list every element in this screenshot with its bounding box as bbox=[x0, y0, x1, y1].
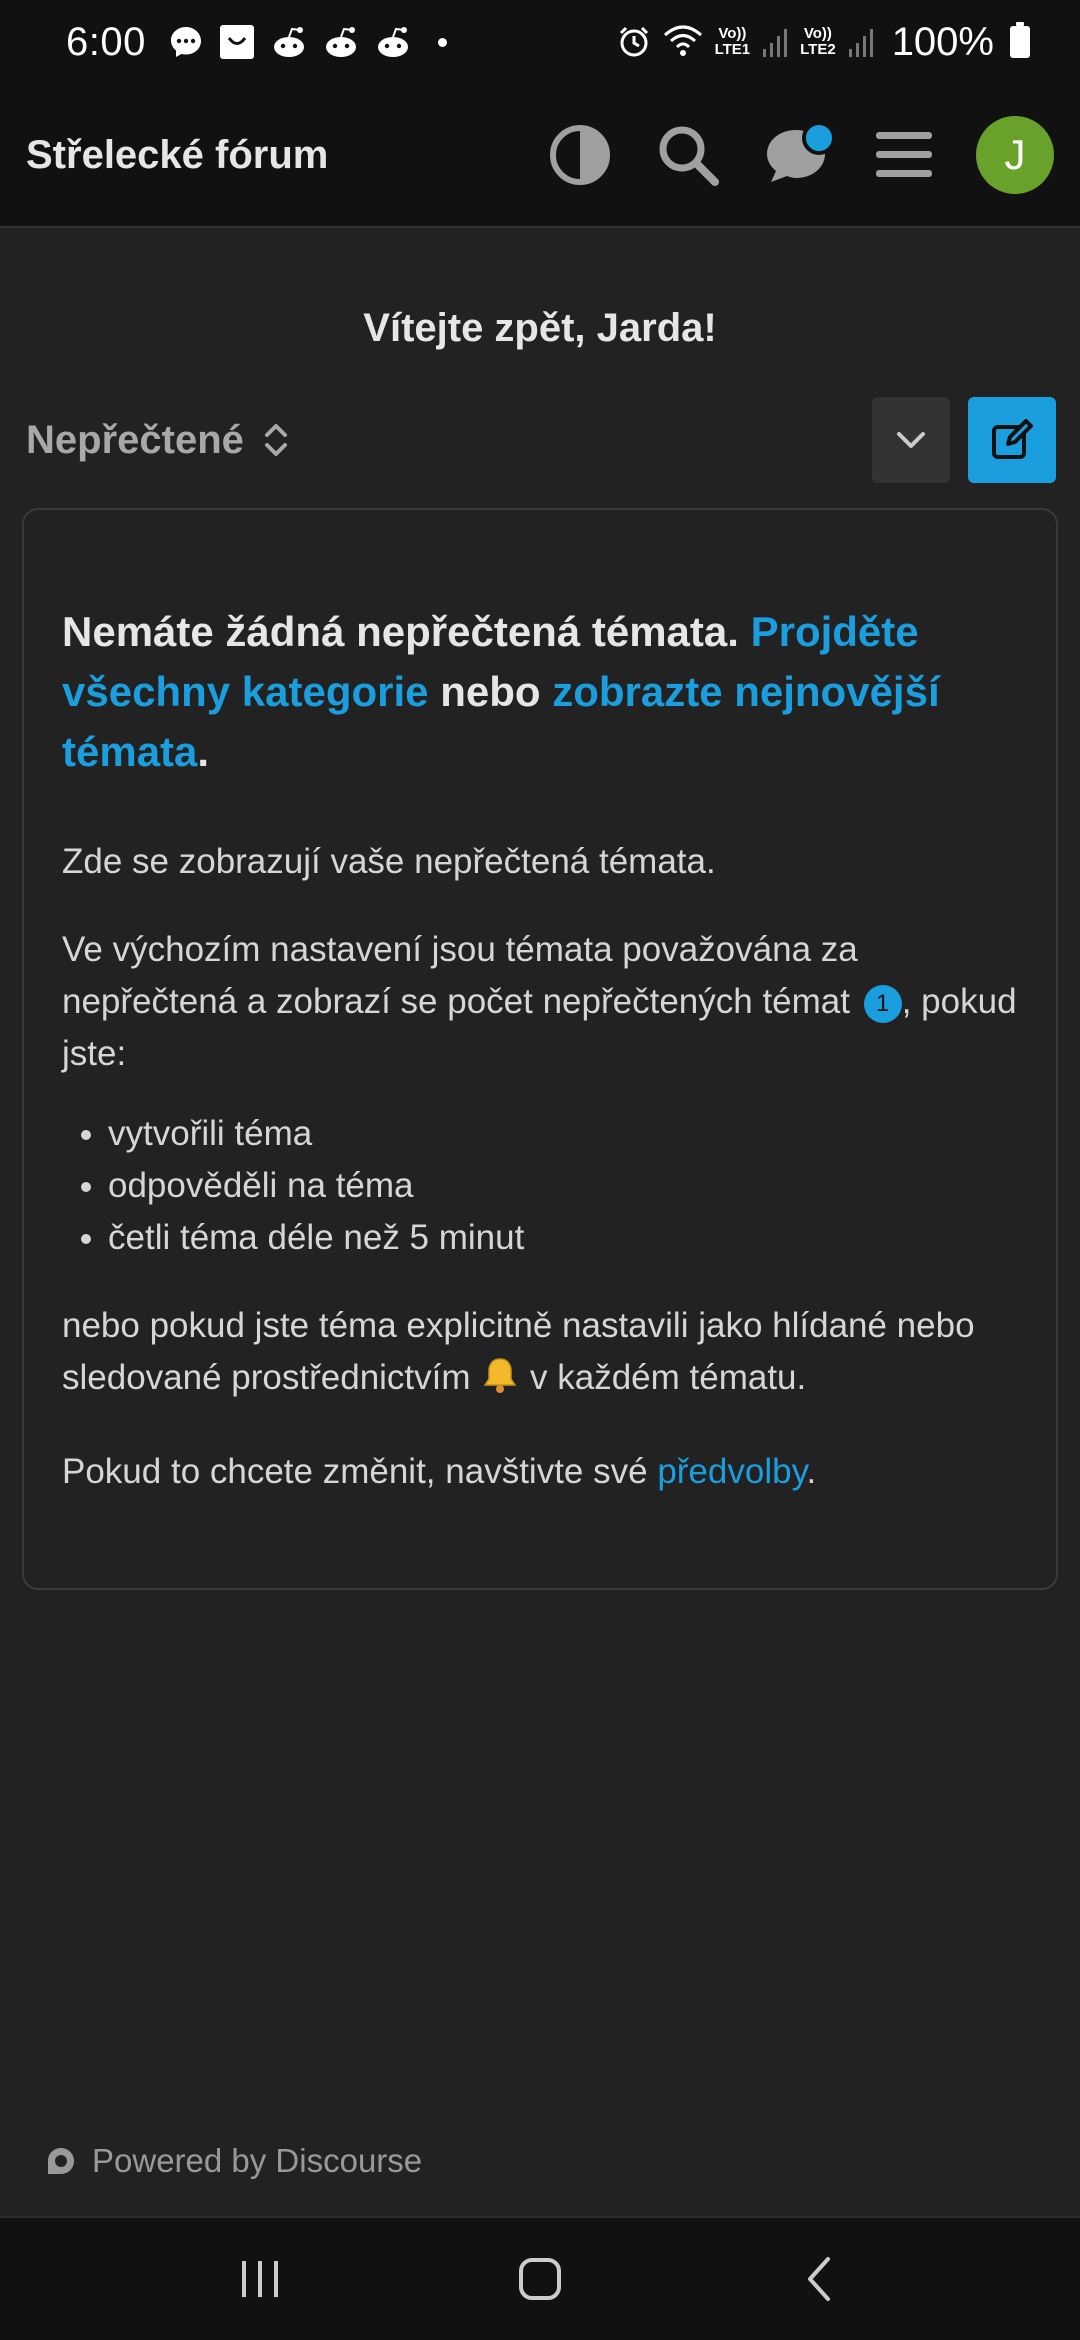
battery-percentage: 100% bbox=[891, 19, 994, 64]
empty-state-card: Nemáte žádná nepřečtená témata. Projděte… bbox=[22, 508, 1058, 1590]
topic-list-controls: Nepřečtené bbox=[26, 396, 1056, 484]
theme-toggle-button[interactable] bbox=[544, 119, 616, 191]
list-item: četli téma déle než 5 minut bbox=[108, 1212, 1018, 1264]
discourse-logo-icon bbox=[48, 2148, 74, 2174]
contrast-icon bbox=[550, 125, 610, 185]
chevron-down-icon bbox=[897, 432, 925, 448]
bell-icon bbox=[480, 1355, 520, 1410]
empty-state-description: Zde se zobrazují vaše nepřečtená témata. bbox=[62, 842, 716, 881]
more-notifications-dot bbox=[437, 37, 447, 47]
battery-icon bbox=[1010, 22, 1030, 58]
signal-icon bbox=[762, 27, 788, 57]
list-item: vytvořili téma bbox=[108, 1108, 1018, 1160]
alarm-icon bbox=[617, 25, 651, 59]
preferences-link[interactable]: předvolby bbox=[657, 1452, 806, 1491]
topic-options-button[interactable] bbox=[872, 397, 950, 483]
new-topic-button[interactable] bbox=[968, 397, 1056, 483]
empty-state-title: Nemáte žádná nepřečtená témata. Projděte… bbox=[62, 608, 940, 775]
powered-by-text: Powered by Discourse bbox=[92, 2142, 423, 2179]
notification-dot bbox=[802, 121, 836, 155]
signal-icon bbox=[848, 27, 874, 57]
system-navigation-bar bbox=[0, 2216, 1080, 2340]
preferences-hint: Pokud to chcete změnit, navštivte své př… bbox=[62, 1452, 817, 1491]
filter-label: Nepřečtené bbox=[26, 417, 244, 462]
shopping-bag-icon bbox=[218, 23, 256, 61]
welcome-message: Vítejte zpět, Jarda! bbox=[363, 306, 717, 350]
volte-lte1-label: Vo)) LTE1 bbox=[714, 25, 751, 58]
wifi-icon bbox=[663, 25, 703, 59]
search-icon bbox=[659, 126, 719, 186]
tracking-explanation: nebo pokud jste téma explicitně nastavil… bbox=[62, 1300, 1018, 1410]
chat-button[interactable] bbox=[760, 119, 836, 191]
conditions-list: vytvořili téma odpověděli na téma četli … bbox=[108, 1108, 1018, 1264]
reddit-icon bbox=[270, 25, 308, 59]
messenger-icon bbox=[168, 24, 204, 60]
site-header: Střelecké fórum J bbox=[0, 84, 1080, 228]
unread-count-badge: 1 bbox=[863, 985, 902, 1023]
list-item: odpověděli na téma bbox=[108, 1160, 1018, 1212]
empty-state-explanation: Ve výchozím nastavení jsou témata považo… bbox=[62, 930, 1017, 1073]
filter-dropdown[interactable]: Nepřečtené bbox=[26, 418, 872, 463]
chevron-up-down-icon bbox=[264, 424, 287, 456]
recent-apps-button[interactable] bbox=[215, 2239, 305, 2319]
back-icon bbox=[808, 2257, 830, 2301]
status-bar: 6:00 Vo)) LTE1 Vo)) LTE2 100% bbox=[0, 0, 1080, 84]
home-button[interactable] bbox=[495, 2239, 585, 2319]
hamburger-icon bbox=[876, 132, 932, 177]
reddit-icon bbox=[322, 25, 360, 59]
user-avatar[interactable]: J bbox=[976, 116, 1054, 194]
home-icon bbox=[519, 2258, 561, 2300]
reddit-icon bbox=[374, 25, 412, 59]
back-button[interactable] bbox=[775, 2239, 865, 2319]
menu-button[interactable] bbox=[868, 119, 940, 191]
recent-apps-icon bbox=[242, 2261, 278, 2297]
edit-icon bbox=[992, 419, 1033, 459]
search-button[interactable] bbox=[652, 119, 724, 191]
powered-by-footer[interactable]: Powered by Discourse bbox=[46, 2142, 422, 2180]
status-time: 6:00 bbox=[66, 19, 146, 64]
site-title[interactable]: Střelecké fórum bbox=[26, 133, 544, 178]
volte-lte2-label: Vo)) LTE2 bbox=[800, 25, 836, 58]
